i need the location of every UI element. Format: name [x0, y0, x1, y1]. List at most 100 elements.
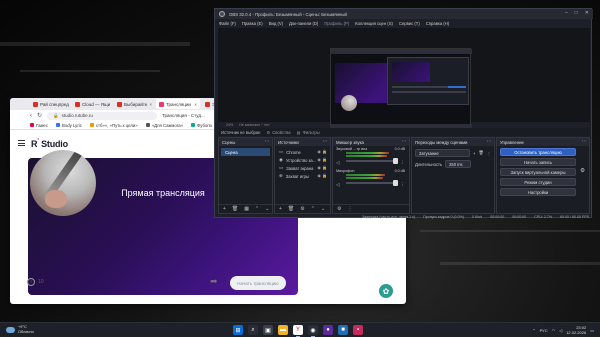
properties-tab[interactable]: ⚙ Свойства [266, 130, 290, 135]
source-item[interactable]: ◉ Устройство за... ◉ 🔒 [275, 156, 330, 164]
source-item[interactable]: ⊕ Захват игры ◉ 🔒 [275, 172, 330, 180]
volume-icon[interactable]: ◁ [559, 328, 562, 333]
task-view-icon[interactable]: ▣ [263, 325, 273, 335]
app-icon-2[interactable]: ■ [338, 325, 348, 335]
weather-widget[interactable]: +9°C Облачно [6, 324, 34, 334]
volume-slider[interactable] [346, 180, 398, 186]
menu-item[interactable]: Коллекция сцен (S) [355, 21, 393, 26]
browser-tab[interactable]: Cloud — Ящи× [72, 99, 112, 109]
browser-tab[interactable]: Трансляции × [156, 99, 200, 109]
scene-item[interactable]: Сцена [221, 148, 270, 156]
info-icon[interactable]: i [27, 278, 35, 286]
tab-close-icon[interactable]: × [194, 102, 197, 107]
volume-knob[interactable] [393, 180, 398, 186]
source-item[interactable]: ▭ Chrome ◉ 🔒 [275, 148, 330, 156]
gear-icon[interactable]: ⚙ [580, 168, 585, 174]
gear-icon[interactable]: ⋮ [401, 182, 406, 188]
notifications-icon[interactable]: ▭ [590, 328, 594, 333]
url-field[interactable]: 🔒 studio.rutube.ru [47, 111, 158, 120]
menu-icon[interactable] [18, 140, 25, 146]
yandex-browser-icon[interactable]: Y [293, 325, 303, 337]
app-icon[interactable]: ● [323, 325, 333, 335]
visibility-lock-icons[interactable]: ◉ 🔒 [317, 173, 327, 178]
obs-app-icon[interactable]: ◉ [308, 325, 318, 337]
add-icon[interactable]: + [279, 206, 282, 212]
tab-favicon-icon [117, 101, 122, 107]
bookmark-item[interactable]: Гамес [30, 123, 48, 128]
add-icon[interactable]: + [223, 206, 226, 212]
browser-tab[interactable]: Рай спецпред× [30, 99, 70, 109]
wifi-icon[interactable]: ◠ [552, 328, 556, 333]
speaker-icon[interactable]: ◁ [336, 160, 339, 166]
app-icon-3[interactable]: ▪ [353, 325, 363, 335]
remove-icon[interactable]: 🗑 [232, 206, 238, 212]
menu-item[interactable]: Файл (F) [219, 21, 236, 26]
remove-icon[interactable]: 🗑 [478, 150, 483, 156]
studio-mode-button[interactable]: Режим студии [500, 178, 576, 186]
back-icon[interactable]: ‹ [30, 113, 32, 119]
share-icon[interactable]: ➦ [210, 276, 222, 288]
menu-item[interactable]: Справка (H) [426, 21, 449, 26]
dock-menu-icon[interactable]: ▫ ▫ [402, 138, 406, 143]
gear-icon[interactable]: ⋮ [401, 160, 406, 166]
menu-item[interactable]: Док-панели (D) [289, 21, 318, 26]
search-icon[interactable]: ⌕ [248, 325, 258, 335]
tab-close-icon[interactable]: × [149, 102, 152, 107]
menu-item[interactable]: Вид (V) [269, 21, 283, 26]
tray-chevron-icon[interactable]: ⌃ [532, 328, 535, 333]
transition-select[interactable]: Затухание [415, 149, 471, 157]
more-icon[interactable]: ⋮ [487, 151, 491, 156]
help-fab-icon[interactable]: ✿ [379, 284, 393, 298]
obs-titlebar[interactable]: OBS 32.0.4 - Профиль: Безымянный - Сцены… [215, 9, 593, 19]
more-icon[interactable]: ⋮ [347, 206, 352, 212]
up-icon[interactable]: ⌃ [255, 206, 259, 212]
stop-stream-button[interactable]: Остановить трансляцию [500, 148, 576, 156]
close-icon[interactable]: ✕ [585, 10, 589, 16]
settings-button[interactable]: Настройки [500, 188, 576, 196]
duration-field[interactable]: 250 ms [445, 160, 472, 168]
add-icon[interactable]: + [473, 151, 475, 156]
visibility-lock-icons[interactable]: ◉ 🔒 [317, 157, 327, 162]
minimize-icon[interactable]: – [565, 10, 568, 16]
start-stream-button[interactable]: Начать трансляцию [230, 276, 286, 290]
bookmark-item[interactable]: Фубопо [191, 123, 212, 128]
rutube-studio-logo[interactable]: R' Studio [31, 138, 68, 149]
clock[interactable]: 23:02 12.02.2026 [566, 325, 586, 335]
dock-menu-icon[interactable]: ▫ ▫ [487, 138, 491, 143]
visibility-lock-icons[interactable]: ◉ 🔒 [317, 165, 327, 170]
dock-menu-icon[interactable]: ▫ ▫ [582, 138, 586, 143]
remove-icon[interactable]: 🗑 [288, 206, 294, 212]
start-recording-button[interactable]: Начать запись [500, 158, 576, 166]
channel-db: 0.0 dB [394, 169, 405, 173]
volume-slider[interactable] [346, 158, 398, 164]
up-icon[interactable]: ⌃ [311, 206, 315, 212]
menu-item[interactable]: Профиль (P) [324, 21, 349, 26]
browser-tab[interactable]: Выбирайте × [114, 99, 154, 109]
gear-icon[interactable]: ⚙ [300, 206, 304, 212]
level-meter [346, 177, 383, 179]
down-icon[interactable]: ⌄ [265, 206, 269, 212]
dock-menu-icon[interactable]: ▫ ▫ [323, 138, 327, 143]
menu-item[interactable]: Сервис (T) [399, 21, 420, 26]
bookmark-item[interactable]: Body Lyric [55, 123, 82, 128]
filters-tab[interactable]: ▤ Фильтры [297, 130, 320, 135]
grid-icon[interactable]: ▦ [244, 206, 249, 212]
webcam-overlay[interactable] [30, 150, 96, 216]
obs-preview[interactable] [218, 28, 590, 128]
down-icon[interactable]: ⌄ [321, 206, 325, 212]
visibility-lock-icons[interactable]: ◉ 🔒 [317, 149, 327, 154]
bookmark-item[interactable]: стб»», «Путь к цели» [89, 123, 138, 128]
menu-item[interactable]: Правка (E) [242, 21, 263, 26]
language-indicator[interactable]: РУС [540, 328, 548, 333]
maximize-icon[interactable]: □ [575, 10, 578, 16]
file-explorer-icon[interactable]: ▬ [278, 325, 288, 335]
windows-start-icon[interactable]: ⊞ [233, 325, 243, 335]
speaker-icon[interactable]: ◁ [336, 182, 339, 188]
reload-icon[interactable]: ↻ [37, 112, 42, 119]
virtual-camera-button[interactable]: Запуск виртуальной камеры ⚙ [500, 168, 585, 176]
source-item[interactable]: ▭ Захват экрана ◉ 🔒 [275, 164, 330, 172]
bookmark-item[interactable]: «Для Сажмога» [145, 123, 183, 128]
dock-menu-icon[interactable]: ▫ ▫ [265, 138, 269, 143]
mixer-settings-icon[interactable]: ⚙ [337, 206, 341, 212]
volume-knob[interactable] [393, 158, 398, 164]
